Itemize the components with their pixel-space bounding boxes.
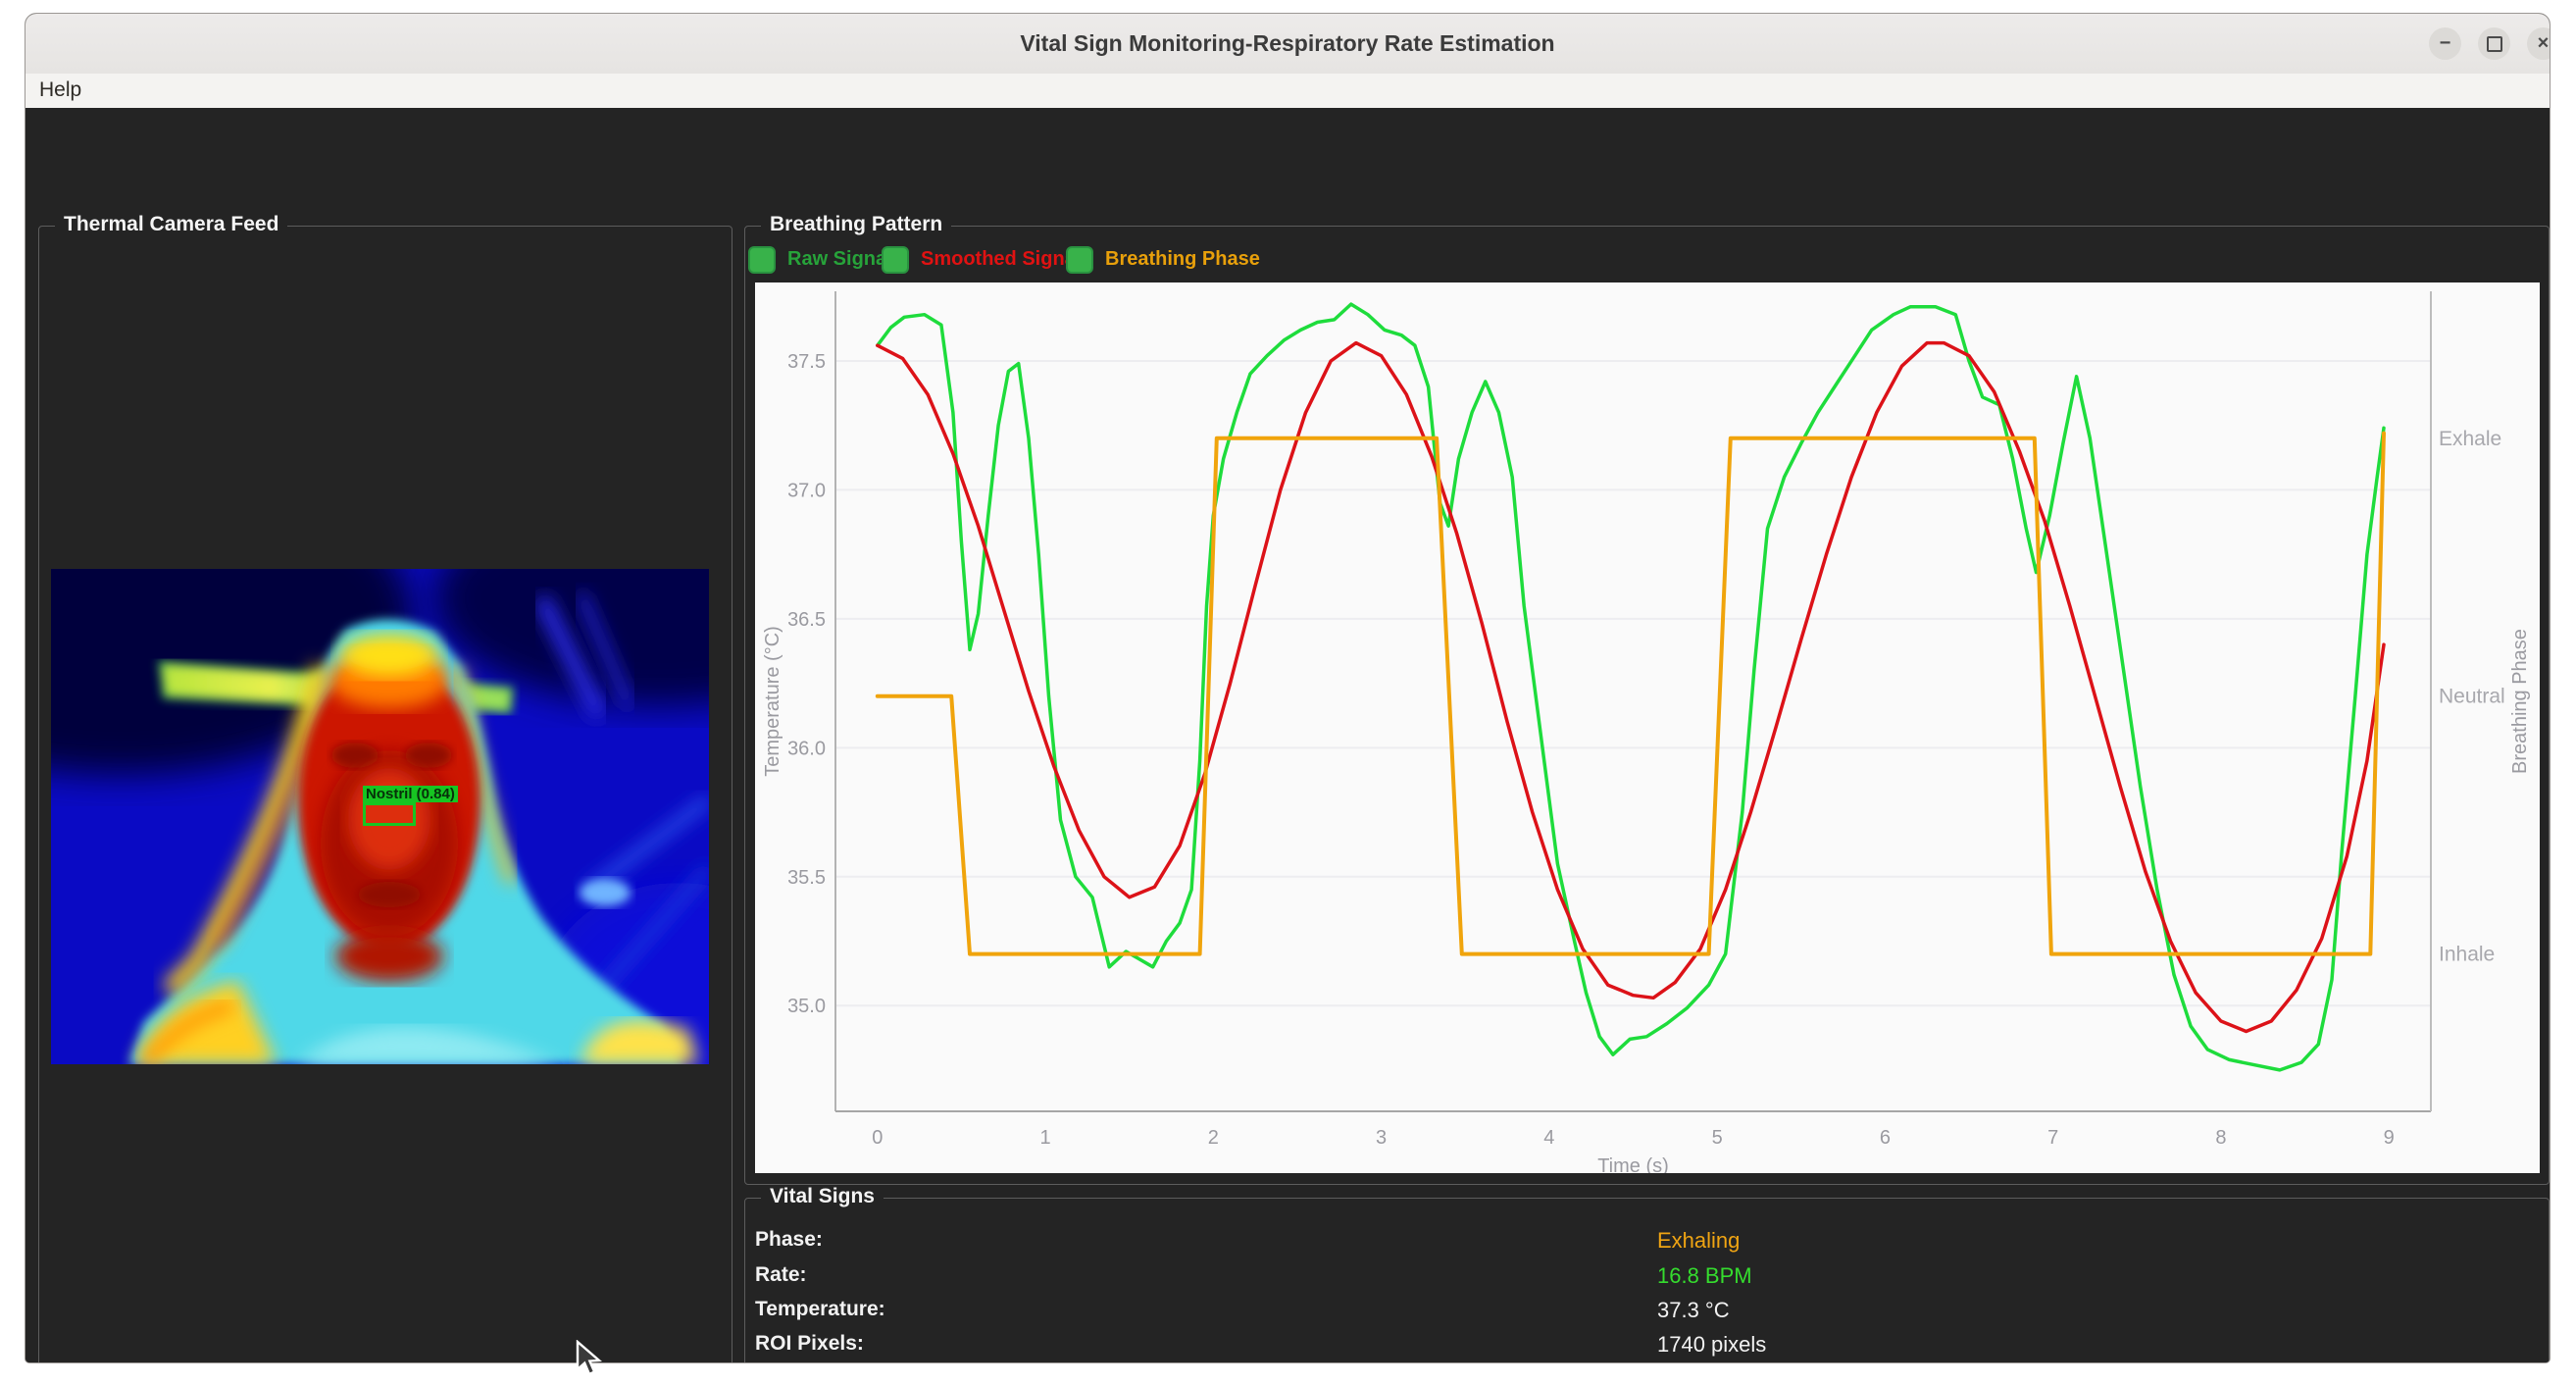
app-window: Vital Sign Monitoring-Respiratory Rate E… <box>25 13 2551 1363</box>
phase-axis-label: Exhale <box>2439 428 2501 450</box>
breathing-pattern-group: Breathing Pattern Raw SignalSmoothed Sig… <box>744 226 2550 1185</box>
x-tick-label: 5 <box>1712 1127 1723 1149</box>
breathing-group-title: Breathing Pattern <box>761 213 951 236</box>
vital-row-label: Temperature: <box>755 1298 885 1321</box>
y-tick-label: 36.0 <box>787 738 826 759</box>
nostril-detection-label: Nostril (0.84) <box>363 786 458 802</box>
thermal-group-title: Thermal Camera Feed <box>55 213 287 236</box>
y-tick-label: 35.0 <box>787 996 826 1017</box>
vital-row-label: ROI Pixels: <box>755 1332 864 1356</box>
menu-bar: Help <box>25 74 2550 109</box>
x-tick-label: 0 <box>872 1127 883 1149</box>
vital-row-label: Rate: <box>755 1263 807 1287</box>
maximize-button[interactable] <box>2478 27 2510 60</box>
phase-axis-label: Neutral <box>2439 686 2505 708</box>
vital-signs-group: Vital Signs Phase:ExhalingRate:16.8 BPMT… <box>744 1198 2550 1363</box>
main-content: Thermal Camera Feed <box>25 108 2550 1363</box>
legend-label: Smoothed Signal <box>921 248 1081 271</box>
vital-row-label: Phase: <box>755 1228 823 1252</box>
vital-row-value: 1740 pixels <box>1657 1332 1766 1358</box>
window-title: Vital Sign Monitoring-Respiratory Rate E… <box>25 14 2550 74</box>
title-bar[interactable]: Vital Sign Monitoring-Respiratory Rate E… <box>25 14 2550 75</box>
maximize-icon <box>2487 36 2502 52</box>
mouse-cursor <box>576 1340 609 1379</box>
vital-row-value: Exhaling <box>1657 1228 1740 1254</box>
y-tick-label: 35.5 <box>787 867 826 889</box>
x-axis-title: Time (s) <box>1597 1155 1669 1173</box>
x-tick-label: 3 <box>1376 1127 1387 1149</box>
y-tick-label: 37.0 <box>787 480 826 501</box>
legend-checkbox-icon[interactable] <box>748 246 776 274</box>
legend-label: Breathing Phase <box>1105 248 1260 271</box>
y-axis-title: Temperature (°C) <box>762 626 783 777</box>
legend-checkbox-icon[interactable] <box>882 246 909 274</box>
y-tick-label: 36.5 <box>787 609 826 631</box>
breathing-pattern-chart: 37.5 37.0 36.5 36.0 35.5 35.0 0 1 2 3 4 5 6 7 8 9 Temper… <box>755 282 2540 1173</box>
vital-signs-title: Vital Signs <box>761 1185 884 1208</box>
nostril-roi-box <box>363 802 416 826</box>
series-smoothed-signal <box>878 343 2384 1032</box>
x-tick-label: 6 <box>1880 1127 1891 1149</box>
vital-row-value: 37.3 °C <box>1657 1298 1730 1323</box>
x-tick-label: 8 <box>2215 1127 2226 1149</box>
right-axis-title: Breathing Phase <box>2509 629 2531 774</box>
x-tick-label: 2 <box>1208 1127 1219 1149</box>
x-tick-label: 1 <box>1040 1127 1051 1149</box>
menu-item-help[interactable]: Help <box>25 74 95 108</box>
chart-svg: 37.5 37.0 36.5 36.0 35.5 35.0 0 1 2 3 4 5 6 7 8 9 Temper… <box>755 282 2540 1173</box>
x-tick-label: 9 <box>2384 1127 2395 1149</box>
phase-axis-label: Inhale <box>2439 944 2495 966</box>
x-tick-label: 4 <box>1543 1127 1554 1149</box>
vital-row-value: 16.8 BPM <box>1657 1263 1752 1289</box>
x-tick-label: 7 <box>2047 1127 2058 1149</box>
y-tick-label: 37.5 <box>787 351 826 373</box>
minimize-button[interactable]: − <box>2429 27 2461 60</box>
thermal-camera-feed: Nostril (0.84) <box>51 569 709 1064</box>
legend-checkbox-icon[interactable] <box>1066 246 1093 274</box>
legend-label: Raw Signal <box>787 248 892 271</box>
